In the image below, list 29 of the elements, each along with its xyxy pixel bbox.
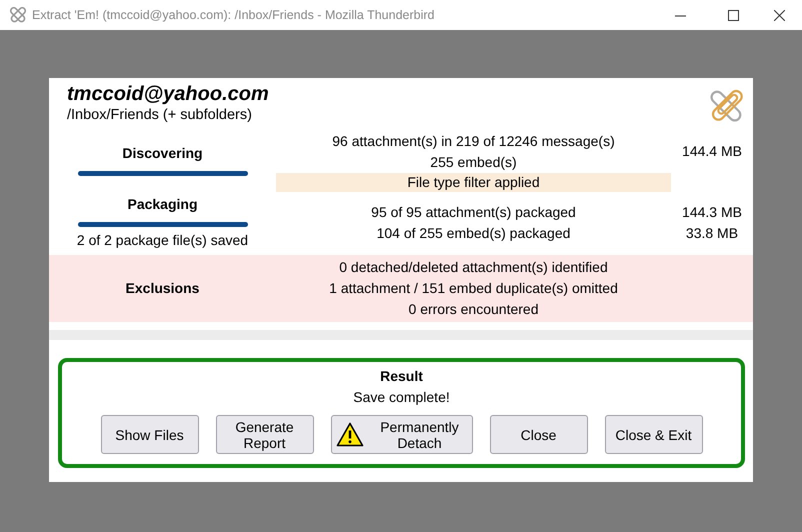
stage-status: 2 of 2 package file(s) saved xyxy=(76,231,250,250)
maximize-icon[interactable] xyxy=(728,10,738,20)
stat-line: 96 attachment(s) in 219 of 12246 message(s) xyxy=(331,132,616,151)
stage-label: Packaging xyxy=(126,194,199,214)
result-heading: Result xyxy=(379,367,424,386)
exclusion-line: 0 errors encountered xyxy=(408,300,540,320)
exclusion-line: 0 detached/deleted attachment(s) identified xyxy=(338,258,609,278)
exclusion-line: 1 attachment / 151 embed duplicate(s) omitted xyxy=(328,279,619,298)
detach-button[interactable]: Permanently Detach xyxy=(330,415,472,454)
window-title: Extract 'Em! (tmccoid@yahoo.com): /Inbox/Friends - Mozilla Thunderbird xyxy=(32,6,434,24)
stat-line: 95 of 95 attachment(s) packaged xyxy=(370,202,577,222)
action-button[interactable]: Show Files xyxy=(100,415,198,454)
size-value: 33.8 MB xyxy=(684,224,740,243)
warning-icon xyxy=(336,422,364,448)
action-button[interactable]: Generate Report xyxy=(216,415,314,454)
stat-line: 255 embed(s) xyxy=(429,152,518,172)
app-icon xyxy=(10,7,26,23)
account-name: tmccoid@yahoo.com xyxy=(66,82,269,106)
close-icon[interactable] xyxy=(774,10,784,20)
action-button[interactable]: Close xyxy=(490,415,588,454)
result-message: Save complete! xyxy=(352,388,451,408)
action-button[interactable]: Close & Exit xyxy=(604,415,702,454)
exclusions-label: Exclusions xyxy=(126,279,200,298)
stage-label: Discovering xyxy=(121,144,204,164)
size-value: 144.3 MB xyxy=(681,202,743,222)
filter-note: File type filter applied xyxy=(276,172,671,192)
size-value: 144.4 MB xyxy=(681,142,743,162)
folder-path: /Inbox/Friends (+ subfolders) xyxy=(66,106,253,125)
stat-line: 104 of 255 embed(s) packaged xyxy=(376,224,572,243)
